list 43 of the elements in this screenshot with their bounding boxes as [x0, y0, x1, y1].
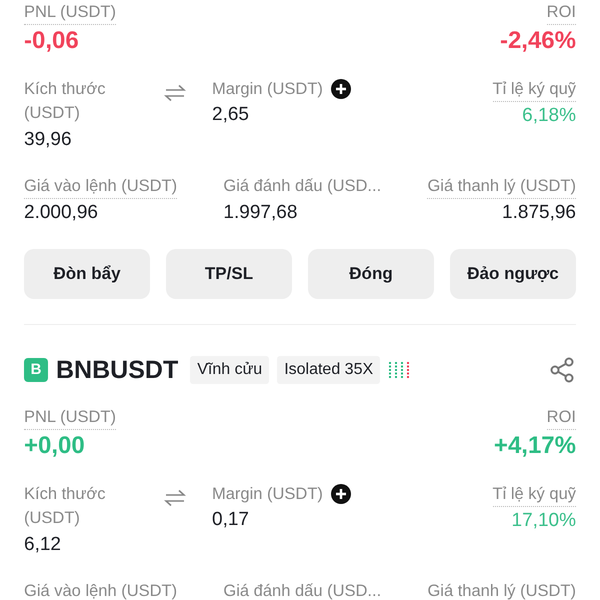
- margin-label: Margin (USDT): [212, 484, 323, 505]
- price-label: Giá đánh dấu (USD...: [223, 176, 382, 197]
- pnl-label: PNL (USDT): [24, 0, 116, 25]
- size-value: 39,96: [24, 128, 73, 152]
- tag: Vĩnh cửu: [190, 356, 270, 384]
- share-icon[interactable]: [548, 356, 576, 384]
- pnl-value: +0,00: [24, 431, 86, 461]
- risk-bars-icon: [388, 361, 410, 379]
- action-button[interactable]: Đóng: [308, 249, 434, 299]
- margin-value: 2,65: [212, 103, 250, 127]
- roi-value: +4,17%: [494, 431, 576, 461]
- swap-icon[interactable]: [164, 488, 186, 507]
- price-value: 1.875,96: [501, 201, 576, 225]
- roi-label: ROI: [546, 0, 576, 25]
- add-icon[interactable]: [330, 79, 351, 99]
- tag: Isolated 35X: [277, 356, 380, 384]
- size-label: Kích thước (USDT): [24, 79, 106, 124]
- margin-ratio-value: 17,10%: [510, 509, 576, 533]
- roi-label: ROI: [546, 405, 576, 430]
- price-value: 1.997,68: [223, 201, 298, 225]
- price-label: Giá đánh dấu (USD...: [223, 581, 382, 600]
- action-button[interactable]: TP/SL: [166, 249, 292, 299]
- price-label: Giá vào lệnh (USDT): [24, 174, 178, 199]
- margin-value: 0,17: [212, 508, 250, 532]
- margin-ratio-value: 6,18%: [521, 104, 576, 128]
- symbol-name: BNBUSDT: [56, 355, 178, 385]
- size-value: 6,12: [24, 533, 62, 557]
- price-label: Giá thanh lý (USDT): [427, 581, 576, 600]
- swap-icon[interactable]: [164, 84, 186, 102]
- coin-badge: B: [24, 358, 48, 382]
- margin-label: Margin (USDT): [212, 79, 323, 100]
- margin-ratio-label: Tỉ lệ ký quỹ: [492, 77, 576, 102]
- price-value: 2.000,96: [24, 201, 99, 225]
- add-icon[interactable]: [330, 484, 351, 504]
- price-label: Giá thanh lý (USDT): [427, 174, 576, 199]
- price-label: Giá vào lệnh (USDT): [24, 581, 178, 600]
- pnl-label: PNL (USDT): [24, 405, 116, 430]
- roi-value: -2,46%: [500, 26, 576, 56]
- margin-ratio-label: Tỉ lệ ký quỹ: [492, 482, 576, 507]
- action-button[interactable]: Đòn bẩy: [24, 249, 150, 299]
- size-label: Kích thước (USDT): [24, 484, 106, 529]
- action-button[interactable]: Đảo ngược: [450, 249, 576, 299]
- pnl-value: -0,06: [24, 26, 80, 56]
